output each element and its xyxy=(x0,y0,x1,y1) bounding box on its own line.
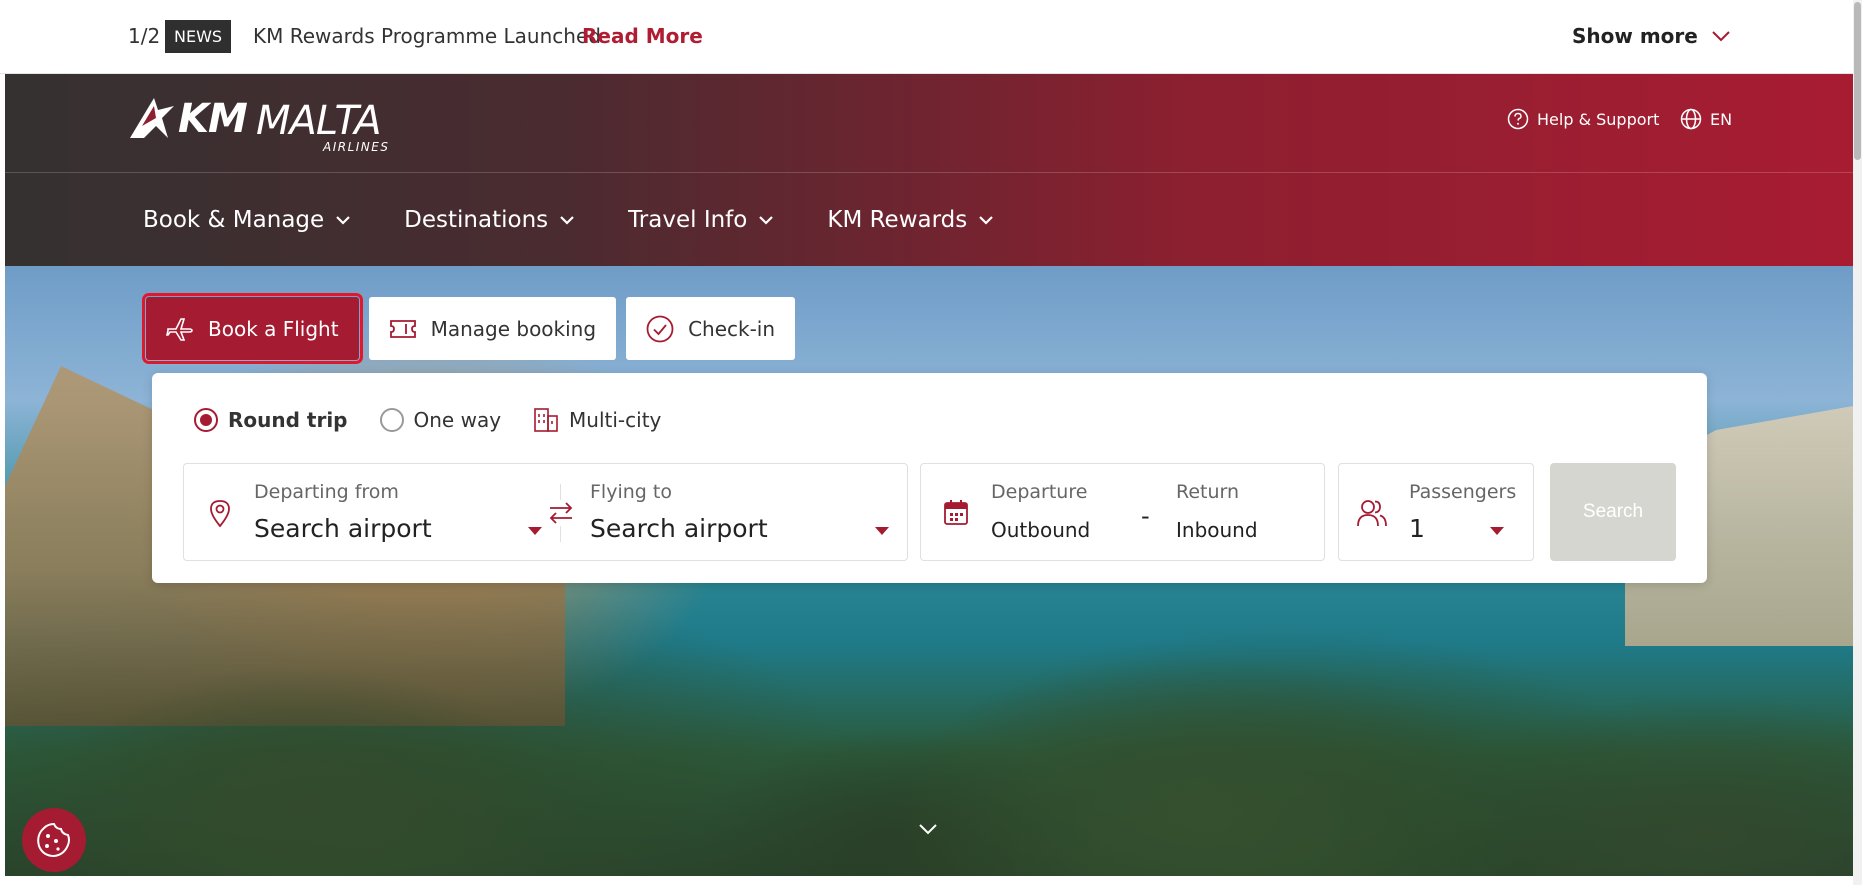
language-label: EN xyxy=(1710,109,1733,129)
page: 1/2 NEWS KM Rewards Programme Launched R… xyxy=(0,0,1853,885)
multi-city-label: Multi-city xyxy=(569,408,662,432)
plane-icon xyxy=(166,317,193,341)
trip-type-selector: Round trip One way Multi-city xyxy=(194,407,693,433)
departing-from-value: Search airport xyxy=(254,514,432,543)
tab-check-in[interactable]: Check-in xyxy=(626,297,796,360)
swap-arrows-icon[interactable] xyxy=(547,500,575,526)
show-more-button[interactable]: Show more xyxy=(1572,24,1730,48)
radio-label: Round trip xyxy=(228,408,348,432)
flying-to-field[interactable]: Flying to Search airport xyxy=(574,464,907,560)
globe-icon xyxy=(1680,108,1702,130)
flight-search-form: Round trip One way Multi-city Departing … xyxy=(152,373,1707,583)
nav-item-destinations[interactable]: Destinations xyxy=(404,207,574,233)
tab-manage-booking-label: Manage booking xyxy=(430,316,597,341)
nav-item-label: Travel Info xyxy=(628,207,748,233)
users-icon xyxy=(1357,500,1387,527)
radio-one-way[interactable]: One way xyxy=(379,408,502,432)
departure-value: Outbound xyxy=(991,518,1091,542)
cookie-settings-button[interactable] xyxy=(22,808,86,872)
news-bar: 1/2 NEWS KM Rewards Programme Launched R… xyxy=(0,0,1853,74)
tab-book-flight-label: Book a Flight xyxy=(208,316,339,341)
logo-km-text: KM xyxy=(178,96,248,142)
logo-airlines-text: AIRLINES xyxy=(323,140,390,154)
departure-label: Departure xyxy=(991,481,1088,503)
site-header: KM MALTA AIRLINES Help & Support EN Book… xyxy=(5,74,1853,266)
nav-item-label: KM Rewards xyxy=(827,207,968,233)
tab-manage-booking[interactable]: Manage booking xyxy=(368,297,617,360)
page-scrollbar[interactable] xyxy=(1853,0,1862,885)
help-support-link[interactable]: Help & Support xyxy=(1507,108,1659,130)
flying-to-value: Search airport xyxy=(590,514,768,543)
ticket-icon xyxy=(389,319,416,338)
date-fields[interactable]: Departure Outbound - Return Inbound xyxy=(920,463,1325,561)
news-counter: 1/2 xyxy=(128,24,161,48)
passengers-value: 1 xyxy=(1409,514,1425,543)
question-circle-icon xyxy=(1507,108,1529,130)
tab-book-flight[interactable]: Book a Flight xyxy=(142,293,363,364)
check-circle-icon xyxy=(646,315,674,342)
help-support-label: Help & Support xyxy=(1537,109,1660,129)
language-selector[interactable]: EN xyxy=(1680,108,1732,130)
logo-malta-text: MALTA xyxy=(256,98,382,144)
calendar-icon xyxy=(944,500,968,525)
passengers-field[interactable]: Passengers 1 xyxy=(1338,463,1534,561)
nav-item-label: Book & Manage xyxy=(143,207,325,233)
departing-from-label: Departing from xyxy=(254,481,399,503)
airport-fields: Departing from Search airport Flying to … xyxy=(183,463,908,561)
booking-tabs: Book a Flight Manage booking Check-in xyxy=(142,293,796,364)
return-label: Return xyxy=(1176,481,1240,503)
header-divider xyxy=(5,172,1853,173)
chevron-down-icon xyxy=(759,215,774,225)
show-more-label: Show more xyxy=(1572,24,1698,48)
caret-down-icon xyxy=(528,527,542,535)
flying-to-label: Flying to xyxy=(590,481,672,503)
tab-check-in-label: Check-in xyxy=(688,316,776,341)
nav-item-label: Destinations xyxy=(404,207,549,233)
departing-from-field[interactable]: Departing from Search airport xyxy=(184,464,559,560)
cookie-icon xyxy=(37,822,70,858)
radio-circle xyxy=(379,408,404,432)
main-nav: Book & Manage Destinations Travel Info K… xyxy=(143,207,1047,233)
logo-mark-icon xyxy=(130,98,174,138)
chevron-down-icon[interactable] xyxy=(918,823,938,835)
news-headline: KM Rewards Programme Launched xyxy=(253,24,601,48)
date-separator: - xyxy=(1141,502,1150,530)
nav-item-km-rewards[interactable]: KM Rewards xyxy=(827,207,994,233)
chevron-down-icon xyxy=(560,215,574,225)
read-more-link[interactable]: Read More xyxy=(582,24,703,48)
radio-label: One way xyxy=(413,408,502,432)
return-value: Inbound xyxy=(1176,518,1258,542)
km-malta-logo[interactable]: KM MALTA AIRLINES xyxy=(128,92,398,156)
chevron-down-icon xyxy=(1712,31,1730,42)
multi-city-link[interactable]: Multi-city xyxy=(533,407,661,433)
radio-round-trip[interactable]: Round trip xyxy=(194,408,348,432)
scrollbar-thumb[interactable] xyxy=(1854,2,1861,160)
radio-circle xyxy=(194,408,218,432)
passengers-label: Passengers xyxy=(1409,481,1517,503)
chevron-down-icon xyxy=(336,215,350,225)
news-badge: NEWS xyxy=(165,20,232,53)
chevron-down-icon xyxy=(979,215,994,225)
search-button[interactable]: Search xyxy=(1550,463,1676,561)
caret-down-icon xyxy=(1490,527,1504,535)
nav-item-travel-info[interactable]: Travel Info xyxy=(628,207,774,233)
caret-down-icon xyxy=(875,527,889,535)
nav-item-book-manage[interactable]: Book & Manage xyxy=(143,207,350,233)
hero-trees xyxy=(5,646,1853,876)
building-icon xyxy=(534,408,558,432)
